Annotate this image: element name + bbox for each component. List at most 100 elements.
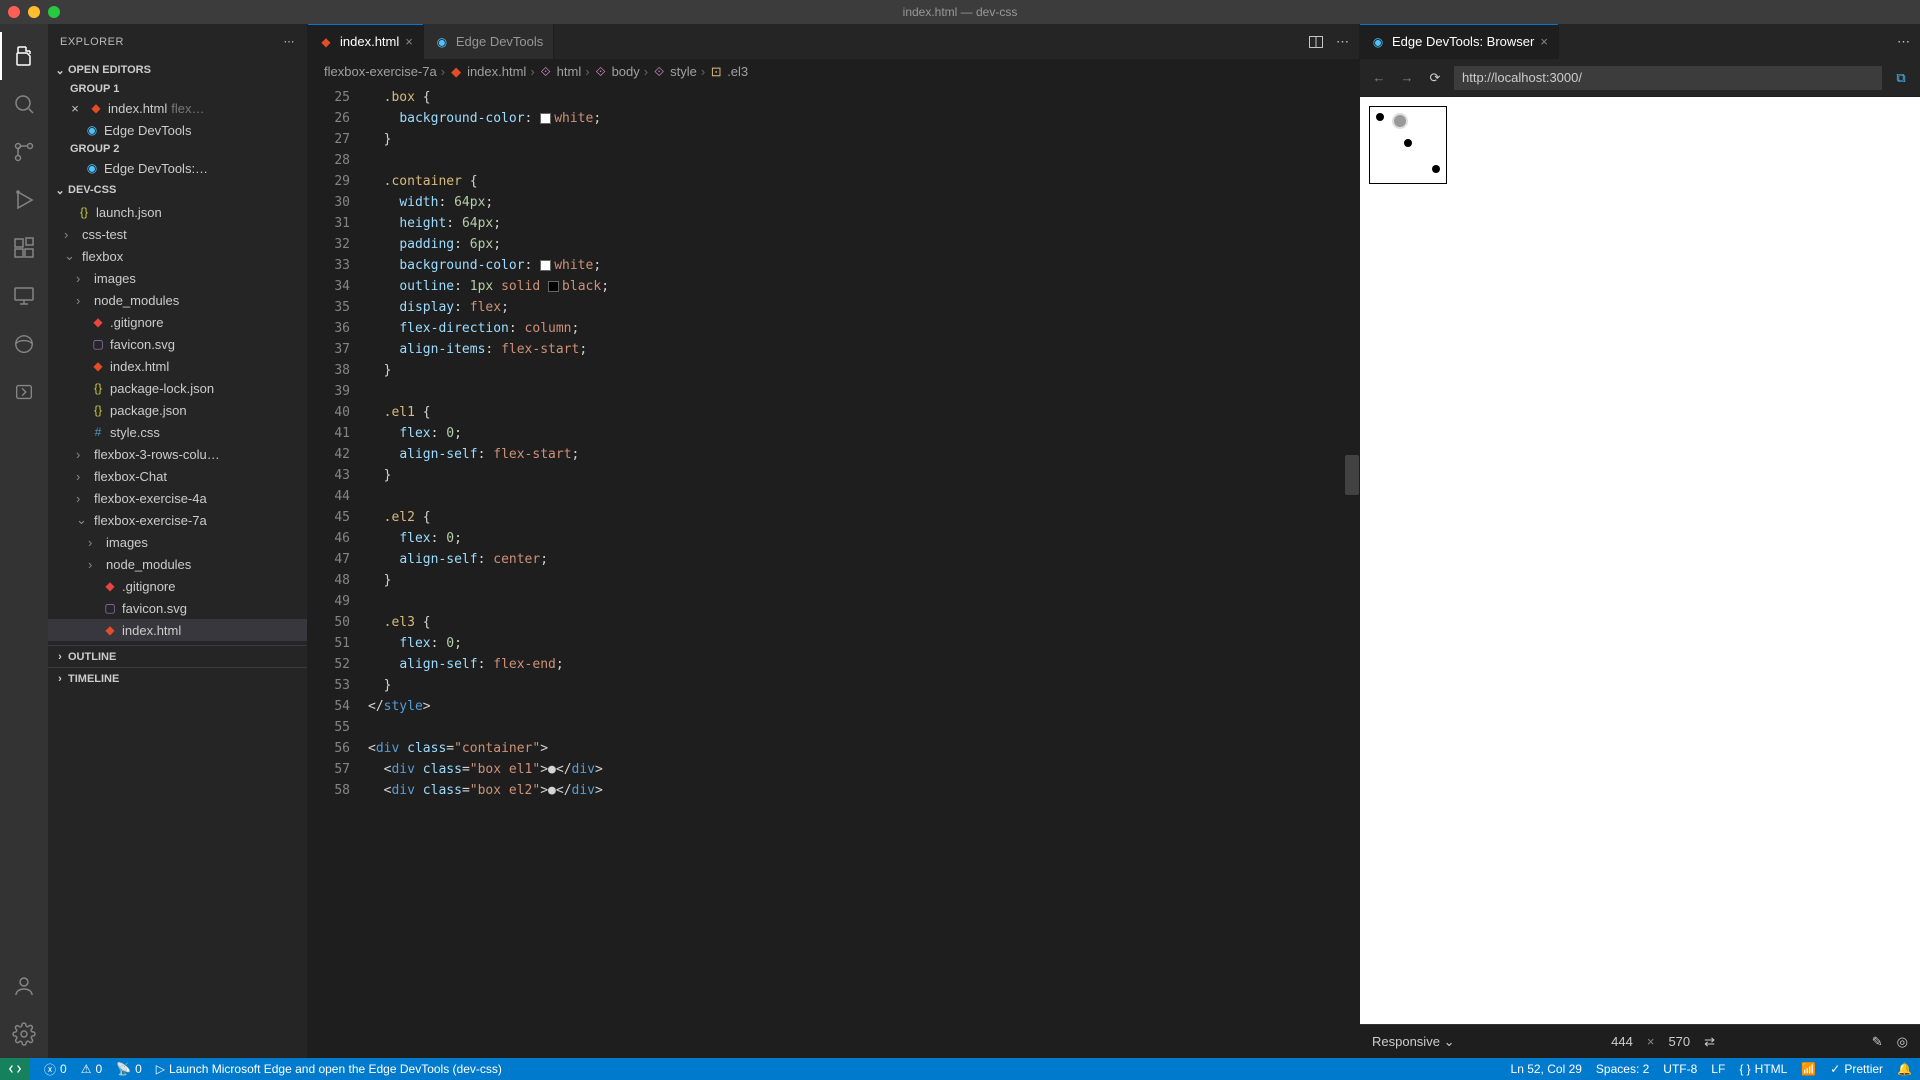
file-gitignore[interactable]: ◆.gitignore	[48, 311, 307, 333]
run-debug-icon[interactable]	[0, 176, 48, 224]
chevron-right-icon: ›	[76, 271, 90, 286]
outline-header[interactable]: › OUTLINE	[48, 645, 307, 667]
live-icon[interactable]: 📶	[1801, 1062, 1816, 1076]
cursor-position[interactable]: Ln 52, Col 29	[1511, 1062, 1582, 1076]
html-icon: ◆	[90, 358, 106, 374]
file-gitignore2[interactable]: ◆.gitignore	[48, 575, 307, 597]
breadcrumb[interactable]: flexbox-exercise-7a› ◆index.html› ⟐html›…	[308, 59, 1359, 85]
chevron-right-icon: ›	[76, 447, 90, 462]
group2-label: GROUP 2	[48, 141, 307, 157]
more-icon[interactable]: ⋯	[1336, 34, 1349, 50]
back-icon[interactable]: ←	[1370, 70, 1388, 85]
tab-edge-browser[interactable]: ◉ Edge DevTools: Browser ×	[1360, 24, 1559, 59]
browser-toolbar: ← → ⟳ ⧉	[1360, 59, 1920, 97]
folder-flexchat[interactable]: ›flexbox-Chat	[48, 465, 307, 487]
tag-icon: ⟐	[539, 64, 553, 80]
viewport-height[interactable]: 570	[1668, 1034, 1690, 1049]
viewport-width[interactable]: 444	[1611, 1034, 1633, 1049]
more-icon[interactable]: ⋯	[284, 35, 296, 48]
more-icon[interactable]: ⋯	[1897, 34, 1910, 50]
target-icon[interactable]: ◎	[1897, 1034, 1908, 1050]
folder-node2[interactable]: ›node_modules	[48, 553, 307, 575]
close-icon[interactable]: ×	[66, 101, 84, 116]
responsive-dropdown[interactable]: Responsive ⌄	[1372, 1034, 1454, 1050]
magic-icon[interactable]: ✎	[1872, 1034, 1883, 1050]
remote-explorer-icon[interactable]	[0, 272, 48, 320]
file-style[interactable]: #style.css	[48, 421, 307, 443]
file-index2[interactable]: ◆index.html	[48, 619, 307, 641]
chevron-right-icon: ›	[76, 491, 90, 506]
file-pkg[interactable]: {}package.json	[48, 399, 307, 421]
account-icon[interactable]	[0, 962, 48, 1010]
code-content[interactable]: .box { background-color: white; } .conta…	[368, 85, 1359, 1058]
encoding-status[interactable]: UTF-8	[1663, 1062, 1697, 1076]
window-maximize[interactable]	[48, 6, 60, 18]
folder-flexbox[interactable]: ⌄flexbox	[48, 245, 307, 267]
prettier-status[interactable]: ✓ Prettier	[1830, 1062, 1883, 1076]
file-favicon[interactable]: ▢favicon.svg	[48, 333, 307, 355]
language-status[interactable]: { } HTML	[1739, 1062, 1787, 1076]
folder-flex7a[interactable]: ⌄flexbox-exercise-7a	[48, 509, 307, 531]
url-input[interactable]	[1454, 66, 1882, 90]
extensions-icon[interactable]	[0, 224, 48, 272]
sidebar: EXPLORER ⋯ ⌄ OPEN EDITORS GROUP 1 × ◆ in…	[48, 24, 308, 1058]
tab-edge[interactable]: ◉ Edge DevTools	[424, 24, 554, 59]
tab-index[interactable]: ◆ index.html ×	[308, 24, 424, 59]
remote-indicator[interactable]	[0, 1058, 30, 1080]
file-pkglock[interactable]: {}package-lock.json	[48, 377, 307, 399]
launch-task[interactable]: ▷ Launch Microsoft Edge and open the Edg…	[156, 1062, 502, 1076]
line-gutter: 2526272829303132333435363738394041424344…	[308, 85, 368, 1058]
folder-images2[interactable]: ›images	[48, 531, 307, 553]
timeline-header[interactable]: › TIMELINE	[48, 667, 307, 689]
rotate-icon[interactable]: ⇄	[1704, 1034, 1715, 1050]
folder-node-modules[interactable]: ›node_modules	[48, 289, 307, 311]
window-close[interactable]	[8, 6, 20, 18]
window-minimize[interactable]	[28, 6, 40, 18]
eol-status[interactable]: LF	[1711, 1062, 1725, 1076]
search-icon[interactable]	[0, 80, 48, 128]
file-index[interactable]: ◆index.html	[48, 355, 307, 377]
edge-devtools-icon[interactable]	[0, 320, 48, 368]
split-editor-icon[interactable]	[1308, 34, 1324, 50]
folder-flex4a[interactable]: ›flexbox-exercise-4a	[48, 487, 307, 509]
file-favicon2[interactable]: ▢favicon.svg	[48, 597, 307, 619]
close-icon[interactable]: ×	[1540, 34, 1548, 49]
statusbar: ⓧ 0 ⚠ 0 📡 0 ▷ Launch Microsoft Edge and …	[0, 1058, 1920, 1080]
inspect-icon[interactable]: ⧉	[1892, 70, 1910, 86]
open-editor-edge-browser[interactable]: ◉ Edge DevTools:…	[48, 157, 307, 179]
chevron-down-icon: ⌄	[52, 184, 68, 197]
forward-icon[interactable]: →	[1398, 70, 1416, 85]
css-icon: #	[90, 424, 106, 440]
close-icon[interactable]: ×	[405, 34, 413, 49]
port-forward[interactable]: 📡 0	[116, 1062, 142, 1076]
explorer-icon[interactable]	[0, 32, 48, 80]
scrollbar-thumb[interactable]	[1345, 455, 1359, 495]
open-editor-edge[interactable]: ◉ Edge DevTools	[48, 119, 307, 141]
tag-icon: ⟐	[594, 64, 608, 80]
reload-icon[interactable]: ⟳	[1426, 70, 1444, 86]
browser-viewport[interactable]	[1360, 97, 1920, 1024]
file-launch[interactable]: {}launch.json	[48, 201, 307, 223]
thunder-icon[interactable]	[0, 368, 48, 416]
window-title: index.html — dev-css	[903, 5, 1018, 19]
chevron-right-icon: ›	[64, 227, 78, 242]
project-header[interactable]: ⌄ DEV-CSS	[48, 179, 307, 201]
folder-images[interactable]: ›images	[48, 267, 307, 289]
notifications-icon[interactable]: 🔔	[1897, 1062, 1912, 1076]
open-editor-index[interactable]: × ◆ index.html flex…	[48, 97, 307, 119]
folder-flex3[interactable]: ›flexbox-3-rows-colu…	[48, 443, 307, 465]
html-icon: ◆	[102, 622, 118, 638]
git-icon: ◆	[90, 314, 106, 330]
open-editors-header[interactable]: ⌄ OPEN EDITORS	[48, 59, 307, 81]
errors-count[interactable]: ⓧ 0	[44, 1061, 67, 1078]
settings-icon[interactable]	[0, 1010, 48, 1058]
source-control-icon[interactable]	[0, 128, 48, 176]
json-icon: {}	[76, 204, 92, 220]
indent-status[interactable]: Spaces: 2	[1596, 1062, 1649, 1076]
sidebar-title: EXPLORER	[60, 36, 124, 48]
warnings-count[interactable]: ⚠ 0	[81, 1062, 102, 1076]
svg-icon: ▢	[102, 600, 118, 616]
code-editor[interactable]: 2526272829303132333435363738394041424344…	[308, 85, 1359, 1058]
times-icon: ×	[1647, 1034, 1655, 1049]
folder-csstest[interactable]: ›css-test	[48, 223, 307, 245]
